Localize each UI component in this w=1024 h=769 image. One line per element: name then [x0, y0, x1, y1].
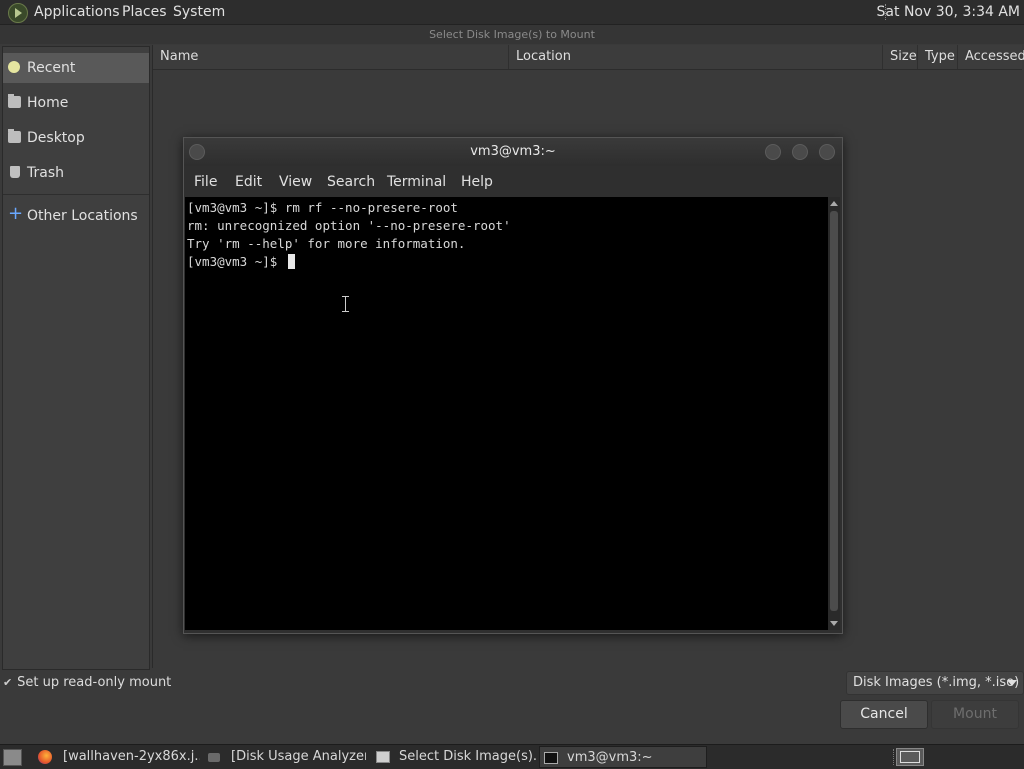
taskbar-item-terminal[interactable]: vm3@vm3:~ [539, 746, 707, 768]
workspace-switcher[interactable] [896, 748, 924, 766]
places-menu[interactable]: Places [122, 4, 167, 20]
scroll-down-icon[interactable] [830, 621, 838, 626]
taskbar-item-label: [Disk Usage Analyzer] [231, 749, 366, 764]
column-header-accessed[interactable]: Accessed [958, 45, 1024, 69]
sidebar-item-label: Other Locations [27, 208, 138, 224]
terminal-scrollbar[interactable] [828, 197, 840, 630]
file-type-filter-value: Disk Images (*.img, *.iso) [853, 675, 1020, 690]
cancel-button[interactable]: Cancel [840, 700, 928, 729]
top-panel: Applications Places System Sat Nov 30, 3… [0, 0, 1024, 25]
show-desktop-icon[interactable] [3, 749, 22, 766]
places-sidebar: Recent Home Desktop Trash + Other Locati… [2, 46, 150, 670]
menu-edit[interactable]: Edit [235, 174, 262, 190]
terminal-prompt-line: [vm3@vm3 ~]$ [187, 254, 295, 269]
terminal-menubar: File Edit View Search Terminal Help [184, 168, 842, 196]
taskbar-item-label: [wallhaven-2yx86x.j... [63, 749, 200, 764]
readonly-mount-label: Set up read-only mount [17, 675, 172, 690]
terminal-line: [vm3@vm3 ~]$ rm rf --no-presere-root [187, 200, 458, 215]
trash-icon [10, 166, 20, 178]
terminal-output[interactable]: [vm3@vm3 ~]$ rm rf --no-presere-root rm:… [185, 197, 828, 630]
file-type-filter[interactable]: Disk Images (*.img, *.iso) [846, 671, 1024, 695]
minimize-button[interactable] [765, 144, 781, 160]
maximize-button[interactable] [792, 144, 808, 160]
taskbar-item-label: Select Disk Image(s)... [399, 749, 538, 764]
sidebar-item-label: Home [27, 95, 69, 111]
sidebar-item-label: Trash [27, 165, 64, 181]
column-header-type[interactable]: Type [918, 45, 958, 69]
sidebar-item-other-locations[interactable]: + Other Locations [3, 201, 149, 231]
plus-icon: + [8, 203, 24, 224]
taskbar-item-label: vm3@vm3:~ [567, 750, 653, 765]
menu-view[interactable]: View [279, 174, 312, 190]
terminal-title: vm3@vm3:~ [470, 144, 556, 159]
sidebar-item-label: Recent [27, 60, 76, 76]
recent-icon [8, 61, 20, 73]
taskbar-separator [893, 749, 895, 765]
readonly-mount-checkbox[interactable]: ✔ Set up read-only mount [3, 675, 171, 690]
scroll-up-icon[interactable] [830, 201, 838, 206]
taskbar-item-wallhaven[interactable]: [wallhaven-2yx86x.j... [34, 746, 200, 768]
folder-icon [8, 94, 21, 108]
menu-help[interactable]: Help [461, 174, 493, 190]
taskbar-item-disk-usage[interactable]: [Disk Usage Analyzer] [204, 746, 366, 768]
sidebar-item-trash[interactable]: Trash [3, 158, 149, 188]
sidebar-divider [3, 194, 149, 195]
applications-menu[interactable]: Applications [34, 4, 120, 20]
checkmark-icon: ✔ [3, 676, 13, 689]
sidebar-item-home[interactable]: Home [3, 88, 149, 118]
terminal-prompt: [vm3@vm3 ~]$ [187, 254, 285, 269]
ibeam-cursor-icon [342, 296, 349, 312]
distro-logo-icon[interactable] [8, 3, 28, 23]
sidebar-item-recent[interactable]: Recent [3, 53, 149, 83]
list-header: Name Location Size Type Accessed [153, 45, 1024, 70]
firefox-icon [38, 750, 52, 764]
scrollbar-thumb[interactable] [830, 211, 838, 611]
system-menu[interactable]: System [173, 4, 225, 20]
column-header-size[interactable]: Size [883, 45, 918, 69]
menu-terminal[interactable]: Terminal [387, 174, 446, 190]
sidebar-item-desktop[interactable]: Desktop [3, 123, 149, 153]
menu-file[interactable]: File [194, 174, 217, 190]
taskbar: [wallhaven-2yx86x.j... [Disk Usage Analy… [0, 744, 1024, 769]
terminal-line: Try 'rm --help' for more information. [187, 236, 466, 251]
terminal-window[interactable]: vm3@vm3:~ File Edit View Search Terminal… [183, 137, 843, 634]
disk-usage-icon [208, 753, 220, 762]
taskbar-item-select-disk-image[interactable]: Select Disk Image(s)... [372, 746, 538, 768]
dialog-title: Select Disk Image(s) to Mount [0, 25, 1024, 44]
clock[interactable]: Sat Nov 30, 3:34 AM [877, 4, 1020, 20]
mount-button[interactable]: Mount [931, 700, 1019, 729]
sidebar-item-label: Desktop [27, 130, 85, 146]
terminal-line: rm: unrecognized option '--no-presere-ro… [187, 218, 511, 233]
column-header-name[interactable]: Name [153, 45, 509, 69]
terminal-titlebar[interactable]: vm3@vm3:~ [184, 138, 842, 166]
window-icon [376, 751, 390, 763]
text-cursor [287, 254, 295, 269]
folder-icon [8, 129, 21, 143]
close-button[interactable] [819, 144, 835, 160]
dropdown-arrow-icon [1007, 680, 1017, 686]
column-header-location[interactable]: Location [509, 45, 883, 69]
terminal-icon [544, 752, 558, 764]
menu-search[interactable]: Search [327, 174, 375, 190]
